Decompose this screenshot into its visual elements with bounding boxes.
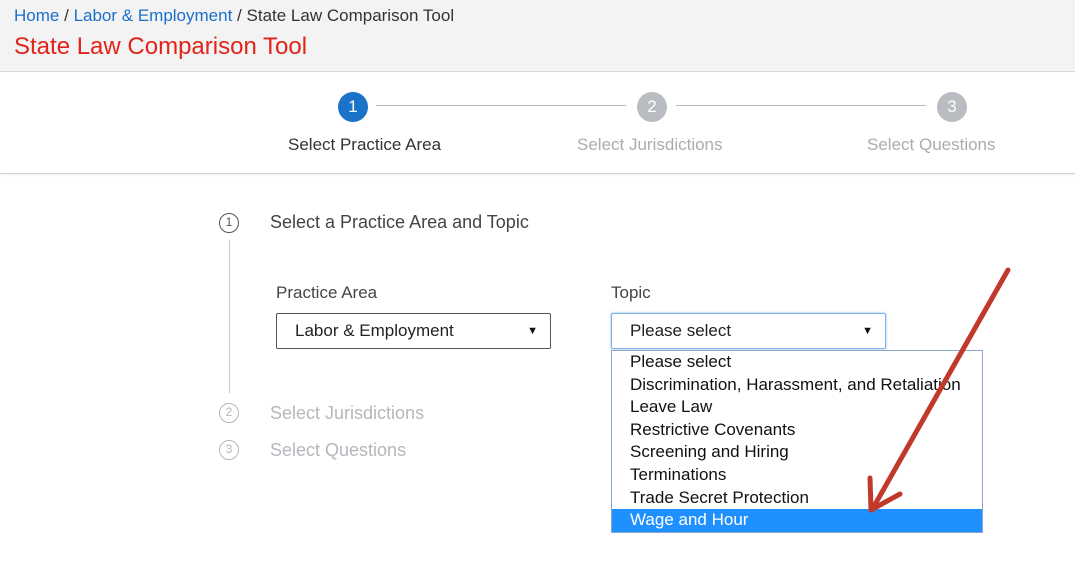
topic-option[interactable]: Terminations (612, 464, 982, 487)
caret-down-icon: ▼ (862, 325, 873, 337)
breadcrumb-separator: / (237, 6, 242, 25)
topic-option[interactable]: Leave Law (612, 396, 982, 419)
breadcrumb-separator: / (64, 6, 69, 25)
step-3-circle: 3 (937, 92, 967, 122)
topic-option[interactable]: Discrimination, Harassment, and Retaliat… (612, 374, 982, 397)
practice-area-select[interactable]: Labor & Employment ▼ (276, 313, 551, 349)
topic-option[interactable]: Please select (612, 351, 982, 374)
stepper-connector (676, 105, 926, 106)
practice-area-label: Practice Area (276, 283, 378, 302)
stepper-connector (376, 105, 626, 106)
section-2-title: Select Jurisdictions (270, 403, 425, 423)
topic-option[interactable]: Restrictive Covenants (612, 419, 982, 442)
breadcrumb-labor-link[interactable]: Labor & Employment (74, 6, 233, 25)
topic-option[interactable]: Screening and Hiring (612, 441, 982, 464)
topic-option-highlighted[interactable]: Wage and Hour (612, 509, 982, 532)
section-3-number-icon: 3 (219, 440, 239, 460)
page-header: Home / Labor & Employment / State Law Co… (0, 0, 1075, 72)
topic-dropdown-list[interactable]: Please select Discrimination, Harassment… (611, 350, 983, 533)
section-connector-line (229, 240, 230, 393)
section-1-number-icon: 1 (219, 213, 239, 233)
progress-stepper (0, 73, 1075, 174)
step-2-label: Select Jurisdictions (577, 135, 723, 154)
step-1-label: Select Practice Area (288, 135, 442, 154)
topic-value: Please select (630, 321, 732, 340)
step-3-label: Select Questions (867, 135, 996, 154)
breadcrumb-home-link[interactable]: Home (14, 6, 59, 25)
topic-label: Topic (611, 283, 651, 302)
section-1-title: Select a Practice Area and Topic (270, 212, 529, 232)
practice-area-value: Labor & Employment (295, 321, 454, 340)
step-1-circle[interactable]: 1 (338, 92, 368, 122)
breadcrumb: Home / Labor & Employment / State Law Co… (14, 6, 454, 26)
topic-select[interactable]: Please select ▼ (611, 313, 886, 349)
section-2-number-icon: 2 (219, 403, 239, 423)
section-3-title: Select Questions (270, 440, 407, 460)
page-title: State Law Comparison Tool (14, 33, 308, 60)
breadcrumb-current: State Law Comparison Tool (246, 6, 455, 25)
topic-option[interactable]: Trade Secret Protection (612, 487, 982, 510)
caret-down-icon: ▼ (527, 325, 538, 337)
step-2-circle: 2 (637, 92, 667, 122)
